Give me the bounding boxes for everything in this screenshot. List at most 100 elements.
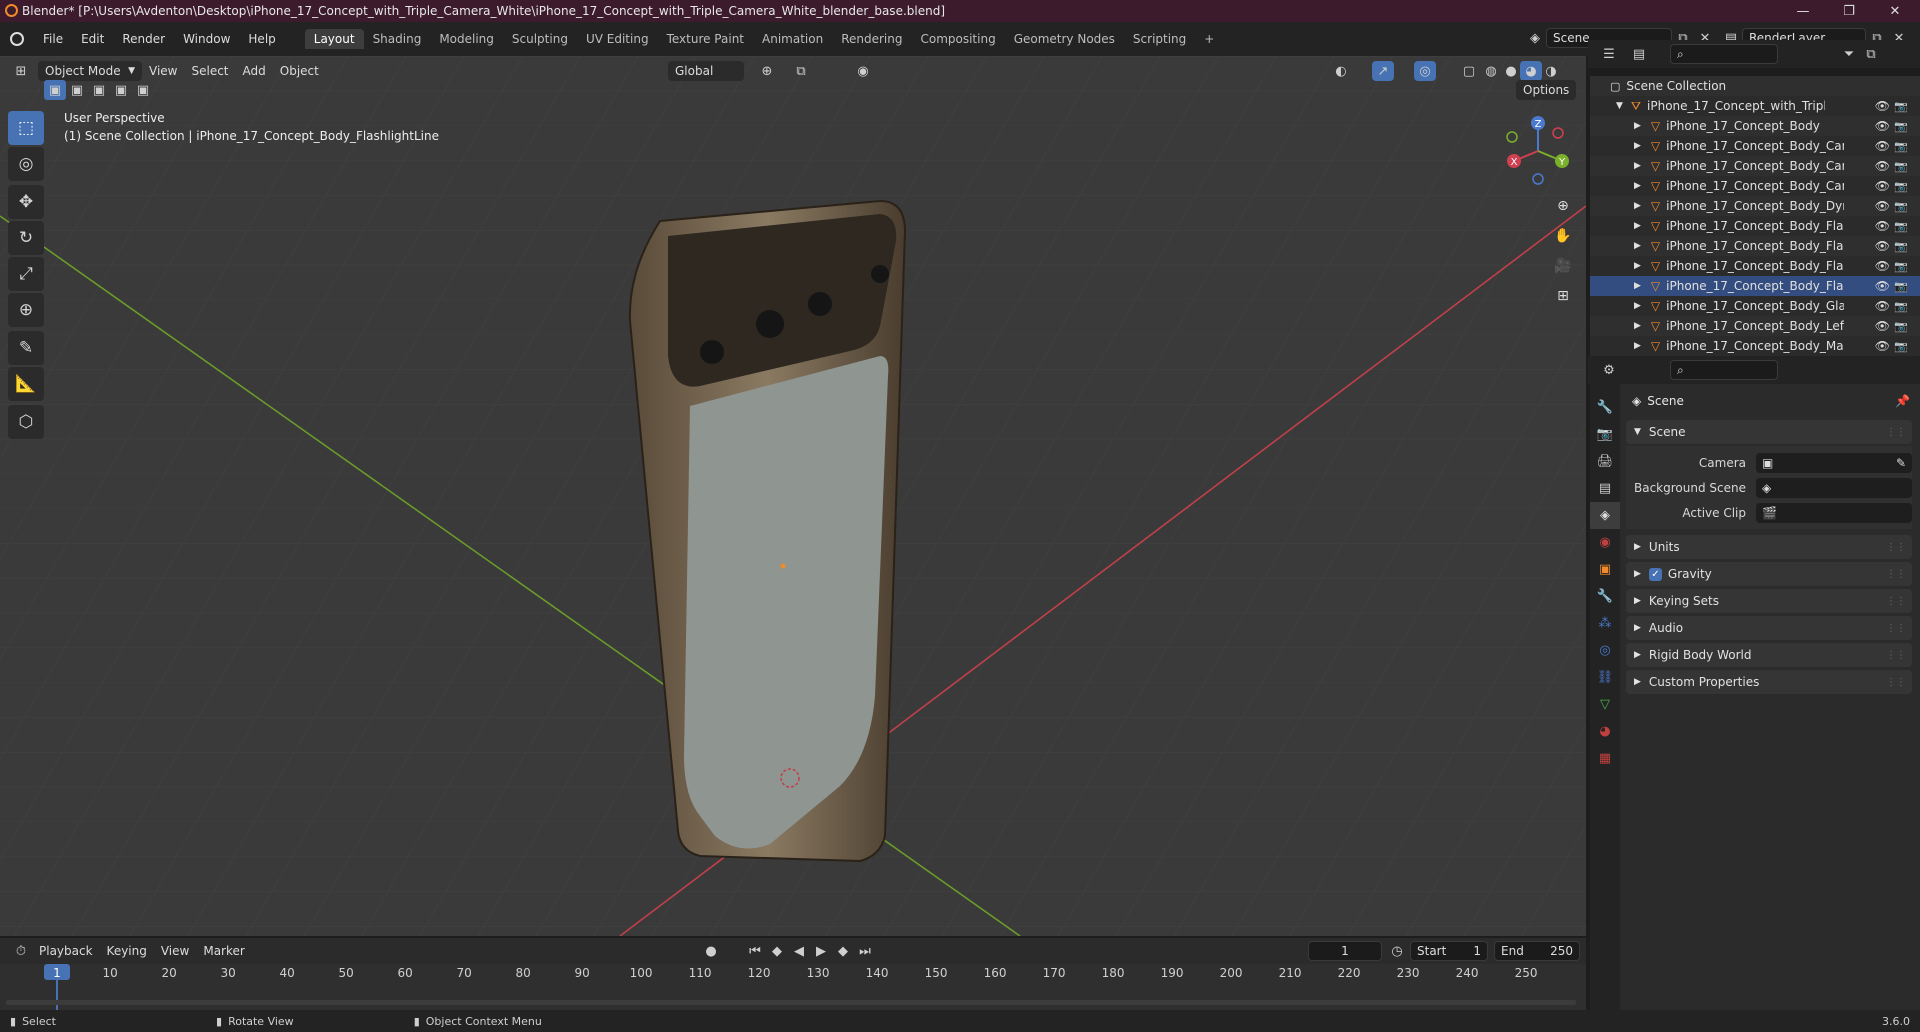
panel-header[interactable]: ▶ Audio ⋮⋮	[1626, 616, 1912, 640]
eye-icon[interactable]: 👁	[1875, 279, 1890, 293]
select-box-tool[interactable]: ⬚	[8, 111, 44, 145]
outliner-item[interactable]: ▶ ▽ iPhone_17_Concept_Body_LeftCam 👁 📷	[1590, 316, 1920, 336]
properties-editor-icon[interactable]: ⚙	[1598, 360, 1620, 380]
eye-icon[interactable]: 👁	[1875, 199, 1890, 213]
tab-shading[interactable]: Shading	[364, 29, 431, 49]
panel-header[interactable]: ▶ Rigid Body World ⋮⋮	[1626, 643, 1912, 667]
tab-geometry-nodes[interactable]: Geometry Nodes	[1005, 29, 1124, 49]
measure-tool[interactable]: 📐	[8, 367, 44, 401]
menu-add[interactable]: Add	[236, 61, 273, 81]
expand-icon[interactable]: ▶	[1634, 241, 1641, 251]
pin-icon[interactable]: 📌	[1895, 394, 1910, 408]
tab-texture-paint[interactable]: Texture Paint	[658, 29, 753, 49]
jump-start-icon[interactable]: ⏮	[744, 941, 766, 961]
camera-icon[interactable]: 📷	[1894, 300, 1908, 313]
perspective-grid-icon[interactable]: ⊞	[1550, 283, 1576, 309]
drag-handle-icon[interactable]: ⋮⋮	[1886, 569, 1906, 580]
expand-icon[interactable]: ▶	[1634, 321, 1641, 331]
output-tab-icon[interactable]: 🖨	[1590, 448, 1620, 475]
panel-header[interactable]: ▶ ✓ Gravity ⋮⋮	[1626, 562, 1912, 586]
tab-scripting[interactable]: Scripting	[1124, 29, 1195, 49]
outliner-item[interactable]: ▶ ▽ iPhone_17_Concept_Body_Flashligh 👁 📷	[1590, 236, 1920, 256]
eye-icon[interactable]: 👁	[1875, 239, 1890, 253]
eye-icon[interactable]: 👁	[1875, 179, 1890, 193]
eye-icon[interactable]: 👁	[1875, 159, 1890, 173]
phone-model[interactable]	[628, 199, 907, 863]
eye-icon[interactable]: 👁	[1875, 259, 1890, 273]
material-shading-icon[interactable]: ◕	[1520, 61, 1542, 81]
wireframe-shading-icon[interactable]: ◍	[1480, 61, 1502, 81]
panel-header[interactable]: ▶ Custom Properties ⋮⋮	[1626, 670, 1912, 694]
next-keyframe-icon[interactable]: ◆	[832, 941, 854, 961]
object-tab-icon[interactable]: ▣	[1590, 556, 1620, 583]
physics-tab-icon[interactable]: ◎	[1590, 637, 1620, 664]
render-tab-icon[interactable]: 📷	[1590, 421, 1620, 448]
options-button[interactable]: Options	[1516, 80, 1577, 100]
xray-icon[interactable]: ▢	[1458, 61, 1480, 81]
expand-icon[interactable]: ▶	[1634, 201, 1641, 211]
menu-select[interactable]: Select	[184, 61, 235, 81]
camera-icon[interactable]: 📷	[1894, 180, 1908, 193]
panel-header[interactable]: ▶ Keying Sets ⋮⋮	[1626, 589, 1912, 613]
timeline-ruler[interactable]: 1 10 20 30 40 50 60 70 80 90 100 110 120 130 140 150 160…	[0, 964, 1586, 1010]
modifiers-tab-icon[interactable]: 🔧	[1590, 583, 1620, 610]
tab-compositing[interactable]: Compositing	[911, 29, 1004, 49]
menu-view[interactable]: View	[142, 61, 184, 81]
expand-icon[interactable]: ▶	[1634, 281, 1641, 291]
maximize-button[interactable]: ❐	[1826, 0, 1872, 22]
annotate-tool[interactable]: ✎	[8, 331, 44, 365]
display-mode-icon[interactable]: ▤	[1628, 44, 1650, 64]
collection-row[interactable]: ▼ ⛛ iPhone_17_Concept_with_Triple_Camer …	[1590, 96, 1920, 116]
eye-icon[interactable]: 👁	[1875, 319, 1890, 333]
timeline-scrollbar[interactable]	[6, 1000, 1576, 1005]
menu-marker[interactable]: Marker	[196, 941, 251, 961]
3d-viewport[interactable]: ⊞ Object Mode ▼ View Select Add Object G…	[0, 56, 1586, 936]
tab-rendering[interactable]: Rendering	[832, 29, 911, 49]
auto-keying-icon[interactable]: ●	[700, 941, 722, 961]
new-collection-icon[interactable]: ⧉	[1860, 44, 1882, 64]
camera-icon[interactable]: 📷	[1894, 200, 1908, 213]
menu-object[interactable]: Object	[273, 61, 326, 81]
material-tab-icon[interactable]: ◕	[1590, 718, 1620, 745]
move-tool[interactable]: ✥	[8, 185, 44, 219]
eye-icon[interactable]: 👁	[1875, 139, 1890, 153]
eye-icon[interactable]: 👁	[1875, 219, 1890, 233]
tool-tab-icon[interactable]: 🔧	[1590, 394, 1620, 421]
drag-handle-icon[interactable]: ⋮⋮	[1886, 596, 1906, 607]
select-invert-icon[interactable]: ▣	[132, 80, 154, 100]
drag-handle-icon[interactable]: ⋮⋮	[1886, 623, 1906, 634]
outliner-item[interactable]: ▶ ▽ iPhone_17_Concept_Body_MainCam 👁 📷	[1590, 336, 1920, 356]
eye-icon[interactable]: 👁	[1875, 299, 1890, 313]
outliner-item[interactable]: ▶ ▽ iPhone_17_Concept_Body_Dynamic 👁 📷	[1590, 196, 1920, 216]
expand-icon[interactable]: ▶	[1634, 301, 1641, 311]
camera-icon[interactable]: 📷	[1894, 120, 1908, 133]
scene-tab-icon[interactable]: ◈	[1590, 502, 1620, 529]
pan-hand-icon[interactable]: ✋	[1550, 223, 1576, 249]
zoom-icon[interactable]: ⊕	[1550, 193, 1576, 219]
prev-keyframe-icon[interactable]: ◆	[766, 941, 788, 961]
camera-icon[interactable]: 📷	[1894, 100, 1908, 113]
constraints-tab-icon[interactable]: ⛓	[1590, 664, 1620, 691]
editor-type-icon[interactable]: ⊞	[10, 61, 32, 81]
tab-modeling[interactable]: Modeling	[430, 29, 503, 49]
gravity-checkbox[interactable]: ✓	[1648, 567, 1662, 581]
cursor-tool[interactable]: ◎	[8, 147, 44, 181]
rendered-shading-icon[interactable]: ◑	[1540, 61, 1562, 81]
camera-icon[interactable]: 📷	[1894, 320, 1908, 333]
menu-window[interactable]: Window	[174, 32, 239, 46]
collapse-icon[interactable]: ▼	[1616, 101, 1623, 111]
tab-animation[interactable]: Animation	[753, 29, 832, 49]
start-frame-field[interactable]: Start 1	[1410, 941, 1488, 961]
menu-timeline-view[interactable]: View	[154, 941, 196, 961]
rotate-tool[interactable]: ↻	[8, 221, 44, 255]
eye-icon[interactable]: 👁	[1875, 119, 1890, 133]
expand-icon[interactable]: ▶	[1634, 181, 1641, 191]
camera-icon[interactable]: 📷	[1894, 240, 1908, 253]
select-new-icon[interactable]: ▣	[44, 80, 66, 100]
scale-tool[interactable]: ⤢	[8, 257, 44, 291]
end-frame-field[interactable]: End 250	[1494, 941, 1580, 961]
camera-icon[interactable]: 📷	[1894, 260, 1908, 273]
particles-tab-icon[interactable]: ⁂	[1590, 610, 1620, 637]
minimize-button[interactable]: —	[1780, 0, 1826, 22]
outliner-item[interactable]: ▶ ▽ iPhone_17_Concept_Body 👁 📷	[1590, 116, 1920, 136]
